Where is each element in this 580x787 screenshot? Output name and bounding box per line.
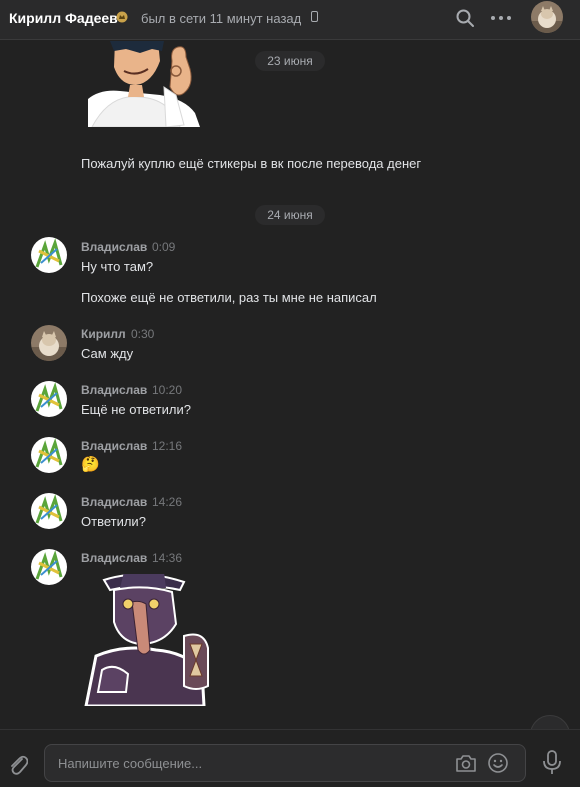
sender-avatar[interactable]: [31, 237, 67, 273]
message-time[interactable]: 14:26: [152, 495, 182, 509]
contact-name[interactable]: Кирилл Фадеев: [9, 10, 118, 26]
donut-badge-icon: [116, 11, 128, 23]
message-time[interactable]: 0:09: [152, 240, 175, 254]
message-time[interactable]: 10:20: [152, 383, 182, 397]
message-author[interactable]: Владислав: [81, 439, 147, 453]
message-time[interactable]: 0:30: [131, 327, 154, 341]
chat-header: Кирилл Фадеев был в сети 11 минут назад: [0, 0, 580, 40]
message-input-placeholder: Напишите сообщение...: [58, 756, 203, 771]
contact-avatar[interactable]: [531, 1, 563, 33]
online-status: был в сети 11 минут назад: [141, 11, 302, 26]
attach-icon[interactable]: [8, 752, 28, 776]
message-author[interactable]: Владислав: [81, 551, 147, 565]
message-author[interactable]: Владислав: [81, 383, 147, 397]
microphone-icon[interactable]: [542, 750, 562, 776]
message-text: Пожалуй куплю ещё стикеры в вк после пер…: [81, 156, 422, 171]
message-author[interactable]: Владислав: [81, 240, 147, 254]
message-text: Ещё не ответили?: [81, 402, 191, 417]
message-text: Ответили?: [81, 514, 146, 529]
mobile-device-icon: [311, 11, 318, 22]
message-composer: Напишите сообщение...: [0, 729, 580, 787]
sender-avatar[interactable]: [31, 325, 67, 361]
more-icon[interactable]: [489, 8, 513, 28]
message-input[interactable]: Напишите сообщение...: [44, 744, 526, 782]
date-separator: 24 июня: [0, 205, 580, 225]
message-history[interactable]: 23 июня Пожалуй куплю ещё стикеры в вк п…: [0, 41, 580, 729]
date-separator: 23 июня: [0, 51, 580, 71]
message-text: Сам жду: [81, 346, 134, 361]
sender-avatar[interactable]: [31, 493, 67, 529]
message-author[interactable]: Кирилл: [81, 327, 126, 341]
sticker-plague-doctor: [84, 574, 209, 706]
sender-avatar[interactable]: [31, 549, 67, 585]
message-time[interactable]: 12:16: [152, 439, 182, 453]
emoji-icon[interactable]: [487, 752, 509, 774]
sender-avatar[interactable]: [31, 437, 67, 473]
camera-icon[interactable]: [455, 753, 477, 773]
message-text: Похоже ещё не ответили, раз ты мне не на…: [81, 290, 377, 305]
sender-avatar[interactable]: [31, 381, 67, 417]
search-icon[interactable]: [455, 8, 475, 28]
message-author[interactable]: Владислав: [81, 495, 147, 509]
scroll-down-button[interactable]: [530, 715, 570, 729]
message-time[interactable]: 14:36: [152, 551, 182, 565]
message-text: Ну что там?: [81, 259, 154, 274]
thinking-emoji: 🤔: [81, 456, 100, 473]
